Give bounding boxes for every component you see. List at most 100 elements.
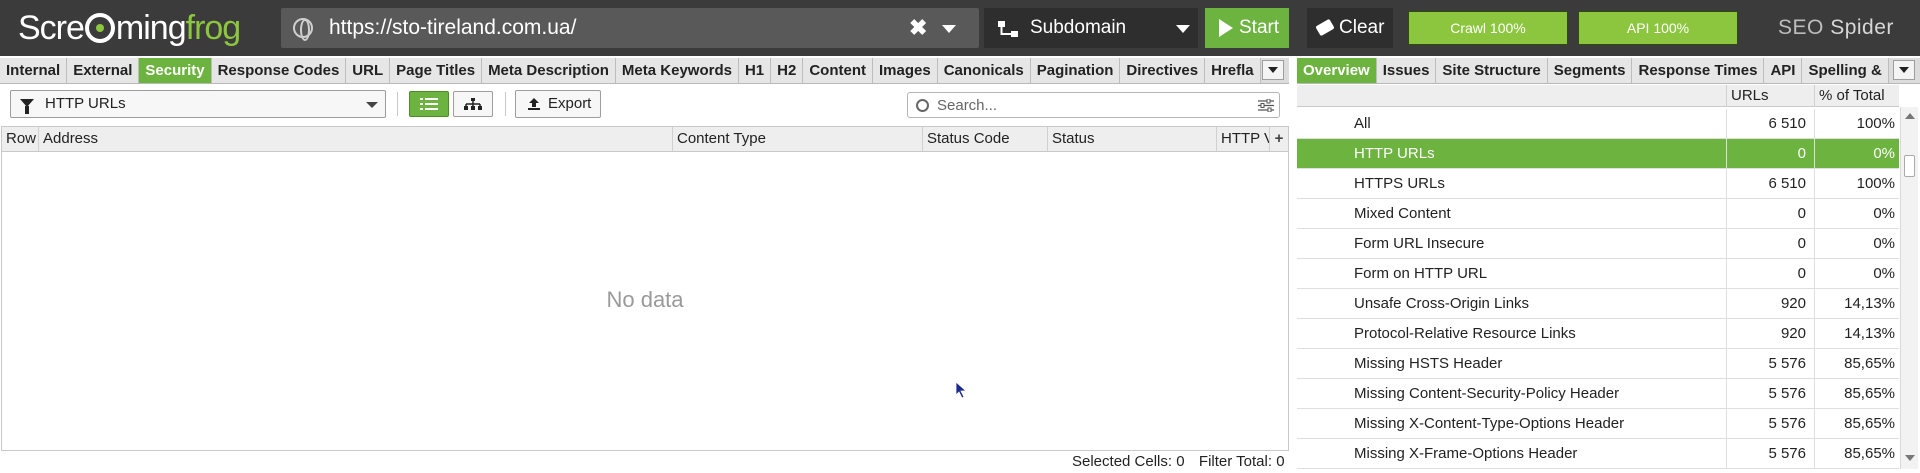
scroll-thumb[interactable] [1904,155,1915,177]
sitemap-icon [998,21,1018,37]
overview-row[interactable]: HTTP URLs 0 0% [1297,139,1899,169]
mouse-cursor-icon [955,381,967,399]
overview-row-percent: 0% [1814,259,1899,289]
search-box[interactable] [907,92,1280,118]
overview-row[interactable]: Form URL Insecure 0 0% [1297,229,1899,259]
results-table[interactable]: Row Address Content Type Status Code Sta… [1,126,1289,451]
url-history-dropdown-icon[interactable] [942,25,956,33]
overview-row-urls: 920 [1726,289,1814,319]
tab-response-times[interactable]: Response Times [1632,58,1765,83]
overview-row-urls: 5 576 [1726,379,1814,409]
filter-selected-label: HTTP URLs [45,95,126,112]
overview-row[interactable]: Form on HTTP URL 0 0% [1297,259,1899,289]
tab-security[interactable]: Security [139,58,212,83]
column-header[interactable]: Status Code [923,127,1048,151]
toolbar-divider [397,92,398,116]
overview-row[interactable]: Missing HSTS Header 5 576 85,65% [1297,349,1899,379]
tab-overview[interactable]: Overview [1297,58,1377,83]
crawl-mode-select[interactable]: Subdomain [984,8,1198,48]
start-button[interactable]: Start [1205,8,1289,48]
overview-row-urls: 920 [1726,319,1814,349]
clear-button[interactable]: Clear [1307,8,1393,48]
overview-row-urls: 0 [1726,199,1814,229]
column-header[interactable]: Content Type [673,127,923,151]
column-header[interactable]: Row [2,127,39,151]
overview-row-percent: 14,13% [1814,319,1899,349]
tab-internal[interactable]: Internal [0,58,68,83]
column-header[interactable]: Address [39,127,673,151]
tree-view-button[interactable] [453,91,493,117]
right-tabs-overflow-button[interactable] [1893,60,1915,80]
overview-row-percent: 85,65% [1814,349,1899,379]
tab-directives[interactable]: Directives [1120,58,1206,83]
overview-row-name: Missing X-Content-Type-Options Header [1354,415,1625,432]
tab-pagination[interactable]: Pagination [1030,58,1121,83]
left-tabs-overflow-button[interactable] [1262,60,1284,80]
tab-meta-description[interactable]: Meta Description [482,58,616,83]
tab-h2[interactable]: H2 [771,58,804,83]
tab-site-structure[interactable]: Site Structure [1436,58,1548,83]
overview-row[interactable]: Unsafe Cross-Origin Links 920 14,13% [1297,289,1899,319]
overview-row-name: Protocol-Relative Resource Links [1354,325,1576,342]
urls-column-header[interactable]: URLs [1726,85,1814,107]
url-input[interactable]: https://sto-tireland.com.ua/ [329,8,576,48]
app-logo: Scre mingfrog [18,9,241,47]
search-options-icon[interactable] [1258,99,1274,112]
filter-select[interactable]: HTTP URLs [10,90,386,118]
list-view-button[interactable] [409,91,449,117]
tab-meta-keywords[interactable]: Meta Keywords [615,58,739,83]
tab-images[interactable]: Images [873,58,938,83]
overview-row[interactable]: All 6 510 100% [1297,109,1899,139]
overview-row[interactable]: HTTPS URLs 6 510 100% [1297,169,1899,199]
tab-url[interactable]: URL [346,58,391,83]
overview-table-header: URLs % of Total [1297,85,1899,107]
overview-row-urls: 0 [1726,229,1814,259]
scroll-up-icon[interactable] [1905,113,1915,119]
api-progress: API 100% [1578,11,1738,45]
overview-row[interactable]: Missing X-Content-Type-Options Header 5 5… [1297,409,1899,439]
overview-row-percent: 100% [1814,169,1899,199]
tab-spelling[interactable]: Spelling & [1802,58,1889,83]
column-header[interactable]: Status [1048,127,1217,151]
tab-h1[interactable]: H1 [738,58,772,83]
frog-logo-icon [84,13,115,43]
selected-cells-count: 0 [1176,453,1185,470]
add-column-icon[interactable]: + [1270,127,1288,151]
overview-row-urls: 0 [1726,259,1814,289]
overview-row[interactable]: Missing X-Frame-Options Header 5 576 85,65… [1297,439,1899,469]
globe-icon [293,18,313,41]
overview-row-name: HTTP URLs [1354,145,1435,162]
tab-page-titles[interactable]: Page Titles [390,58,483,83]
column-header[interactable]: HTTP Ve [1217,127,1270,151]
overview-row-urls: 0 [1726,139,1814,169]
overview-scrollbar[interactable] [1900,107,1918,469]
overview-row-urls: 6 510 [1726,169,1814,199]
tab-canonicals[interactable]: Canonicals [937,58,1031,83]
tab-external[interactable]: External [67,58,140,83]
tab-issues[interactable]: Issues [1376,58,1437,83]
tab-content[interactable]: Content [803,58,873,83]
overview-row-percent: 100% [1814,109,1899,139]
tab-response-codes[interactable]: Response Codes [211,58,347,83]
overview-row[interactable]: Missing Content-Security-Policy Header 5 … [1297,379,1899,409]
overview-row-name: Missing Content-Security-Policy Header [1354,385,1620,402]
overview-row-urls: 5 576 [1726,439,1814,469]
scroll-down-icon[interactable] [1905,455,1915,461]
overview-row[interactable]: Protocol-Relative Resource Links 920 14,13… [1297,319,1899,349]
overview-row-name: All [1354,115,1371,132]
overview-row[interactable]: Mixed Content 0 0% [1297,199,1899,229]
export-button[interactable]: Export [515,90,601,118]
clear-url-icon[interactable]: ✖ [909,8,927,48]
tab-segments[interactable]: Segments [1547,58,1633,83]
left-tab-strip: Internal External Security Response Codes UR… [0,58,1289,84]
play-icon [1219,19,1233,37]
url-bar[interactable]: https://sto-tireland.com.ua/ ✖ [281,8,979,48]
search-input[interactable] [935,95,1235,115]
chevron-down-icon [1176,25,1190,33]
start-label: Start [1239,17,1280,38]
tab-hrefla[interactable]: Hrefla [1205,58,1261,83]
tab-api[interactable]: API [1764,58,1803,83]
overview-row-urls: 6 510 [1726,109,1814,139]
crawl-progress: Crawl 100% [1408,11,1568,45]
percent-column-header[interactable]: % of Total [1814,85,1899,107]
